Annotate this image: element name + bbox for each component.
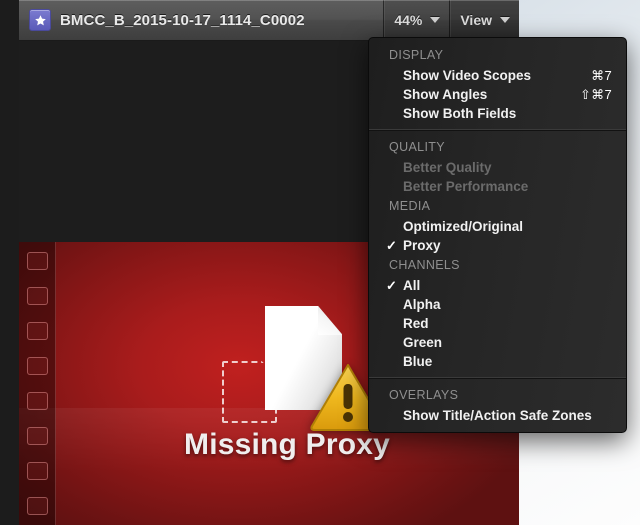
menu-section-label: MEDIA: [389, 199, 431, 213]
menu-item-show-angles[interactable]: Show Angles ⇧⌘7: [369, 85, 626, 104]
checkmark-icon: ✓: [386, 278, 397, 293]
menu-item-label: Blue: [403, 354, 433, 369]
star-icon: [29, 9, 51, 31]
zoom-level-value: 44%: [394, 12, 423, 28]
menu-item-label: Better Quality: [403, 160, 492, 175]
menu-item-proxy[interactable]: ✓ Proxy: [369, 236, 626, 255]
menu-item-show-video-scopes[interactable]: Show Video Scopes ⌘7: [369, 66, 626, 85]
film-sprocket-strip: [19, 242, 56, 525]
sprocket-hole: [27, 322, 48, 340]
menu-item-red[interactable]: Red: [369, 314, 626, 333]
menu-item-label: Proxy: [403, 238, 441, 253]
menu-item-show-title-action-safe-zones[interactable]: Show Title/Action Safe Zones: [369, 406, 626, 425]
menu-item-label: Green: [403, 335, 443, 350]
menu-item-alpha[interactable]: Alpha: [369, 295, 626, 314]
view-dropdown-menu[interactable]: DISPLAY Show Video Scopes ⌘7 Show Angles ⇧⌘7…: [368, 37, 627, 433]
menu-item-label: Show Angles: [403, 87, 488, 102]
view-button-label: View: [460, 12, 492, 28]
chevron-down-icon: [430, 17, 441, 23]
sprocket-hole: [27, 392, 48, 410]
menu-item-shortcut: ⌘7: [591, 68, 612, 83]
sprocket-hole: [27, 287, 48, 305]
menu-section-overlays: OVERLAYS: [369, 385, 626, 406]
menu-item-shortcut: ⇧⌘7: [579, 87, 612, 102]
menu-item-label: Alpha: [403, 297, 441, 312]
missing-proxy-caption: Missing Proxy: [184, 428, 390, 461]
zoom-level-dropdown[interactable]: 44%: [383, 0, 450, 41]
menu-item-label: Show Title/Action Safe Zones: [403, 408, 592, 423]
viewer-title-bar: BMCC_B_2015-10-17_1114_C0002 44% View: [19, 0, 519, 41]
sprocket-hole: [27, 497, 48, 515]
menu-item-label: Optimized/Original: [403, 219, 524, 234]
menu-section-media: MEDIA: [369, 196, 626, 217]
menu-item-optimized-original[interactable]: Optimized/Original: [369, 217, 626, 236]
menu-item-all[interactable]: ✓ All: [369, 276, 626, 295]
menu-item-blue[interactable]: Blue: [369, 352, 626, 371]
menu-item-better-performance: Better Performance: [369, 177, 626, 196]
sprocket-hole: [27, 462, 48, 480]
menu-section-label: CHANNELS: [389, 258, 460, 272]
checkmark-icon: ✓: [386, 238, 397, 253]
menu-section-display: DISPLAY: [369, 45, 626, 66]
menu-item-label: Show Video Scopes: [403, 68, 532, 83]
menu-separator: [369, 129, 626, 131]
menu-section-label: QUALITY: [389, 140, 445, 154]
sprocket-hole: [27, 427, 48, 445]
view-menu-button[interactable]: View: [449, 0, 519, 41]
menu-separator: [369, 377, 626, 379]
menu-item-better-quality: Better Quality: [369, 158, 626, 177]
menu-item-green[interactable]: Green: [369, 333, 626, 352]
menu-section-quality: QUALITY: [369, 137, 626, 158]
clip-name-label: BMCC_B_2015-10-17_1114_C0002: [60, 11, 305, 29]
sprocket-hole: [27, 252, 48, 270]
chevron-down-icon: [500, 17, 510, 23]
menu-item-label: All: [403, 278, 421, 293]
menu-item-label: Better Performance: [403, 179, 529, 194]
menu-item-show-both-fields[interactable]: Show Both Fields: [369, 104, 626, 123]
menu-section-label: OVERLAYS: [389, 388, 459, 402]
menu-item-label: Show Both Fields: [403, 106, 517, 121]
sprocket-hole: [27, 357, 48, 375]
menu-item-label: Red: [403, 316, 429, 331]
menu-section-channels: CHANNELS: [369, 255, 626, 276]
menu-section-label: DISPLAY: [389, 48, 444, 62]
